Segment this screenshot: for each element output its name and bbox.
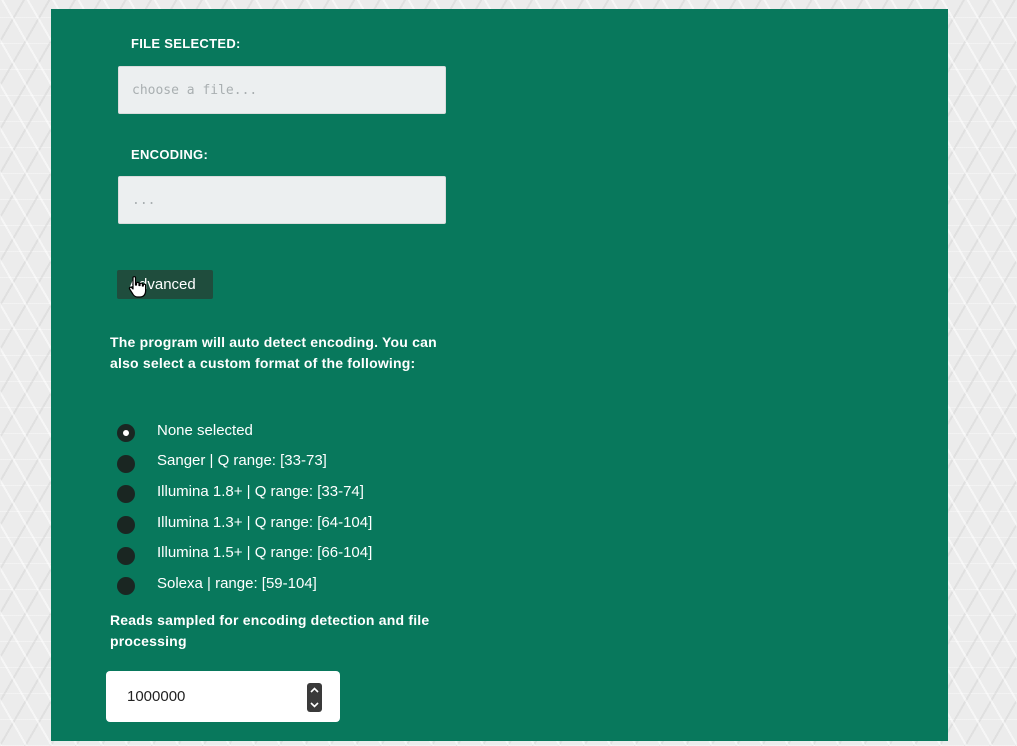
reads-sampled-label: Reads sampled for encoding detection and… <box>110 612 430 649</box>
chevron-down-icon[interactable] <box>310 702 319 708</box>
encoding-label: ENCODING: <box>131 147 209 162</box>
encoding-options-list: None selected Sanger | Q range: [33-73] … <box>117 415 372 599</box>
encoding-option-illumina-1-8[interactable]: Illumina 1.8+ | Q range: [33-74] <box>117 476 372 507</box>
advanced-button[interactable]: Advanced <box>117 270 213 299</box>
encoding-option-label: Illumina 1.8+ | Q range: [33-74] <box>157 482 364 500</box>
encoding-option-illumina-1-5[interactable]: Illumina 1.5+ | Q range: [66-104] <box>117 537 372 568</box>
radio-icon[interactable] <box>117 485 135 504</box>
encoding-option-label: Solexa | range: [59-104] <box>157 574 317 592</box>
radio-icon[interactable] <box>117 454 135 473</box>
encoding-option-label: Sanger | Q range: [33-73] <box>157 452 327 470</box>
file-selected-input[interactable] <box>118 66 446 114</box>
encoding-option-label: None selected <box>157 421 253 439</box>
file-selected-label: FILE SELECTED: <box>131 36 241 51</box>
encoding-option-solexa[interactable]: Solexa | range: [59-104] <box>117 568 372 599</box>
reads-stepper[interactable] <box>307 683 322 712</box>
encoding-description: The program will auto detect encoding. Y… <box>110 334 437 371</box>
encoding-option-illumina-1-3[interactable]: Illumina 1.3+ | Q range: [64-104] <box>117 507 372 538</box>
encoding-option-sanger[interactable]: Sanger | Q range: [33-73] <box>117 446 372 477</box>
encoding-option-label: Illumina 1.3+ | Q range: [64-104] <box>157 513 373 531</box>
reads-sampled-field <box>106 671 340 722</box>
reads-sampled-input[interactable] <box>125 687 299 706</box>
radio-icon[interactable] <box>117 577 135 596</box>
chevron-up-icon[interactable] <box>310 687 319 693</box>
encoding-option-none[interactable]: None selected <box>117 415 372 446</box>
encoding-option-label: Illumina 1.5+ | Q range: [66-104] <box>157 544 373 562</box>
radio-icon[interactable] <box>117 516 135 535</box>
encoding-settings-panel: FILE SELECTED: ENCODING: Advanced The pr… <box>51 9 948 741</box>
radio-icon[interactable] <box>117 546 135 565</box>
radio-checked-icon[interactable] <box>117 424 135 443</box>
encoding-input[interactable] <box>118 176 446 224</box>
